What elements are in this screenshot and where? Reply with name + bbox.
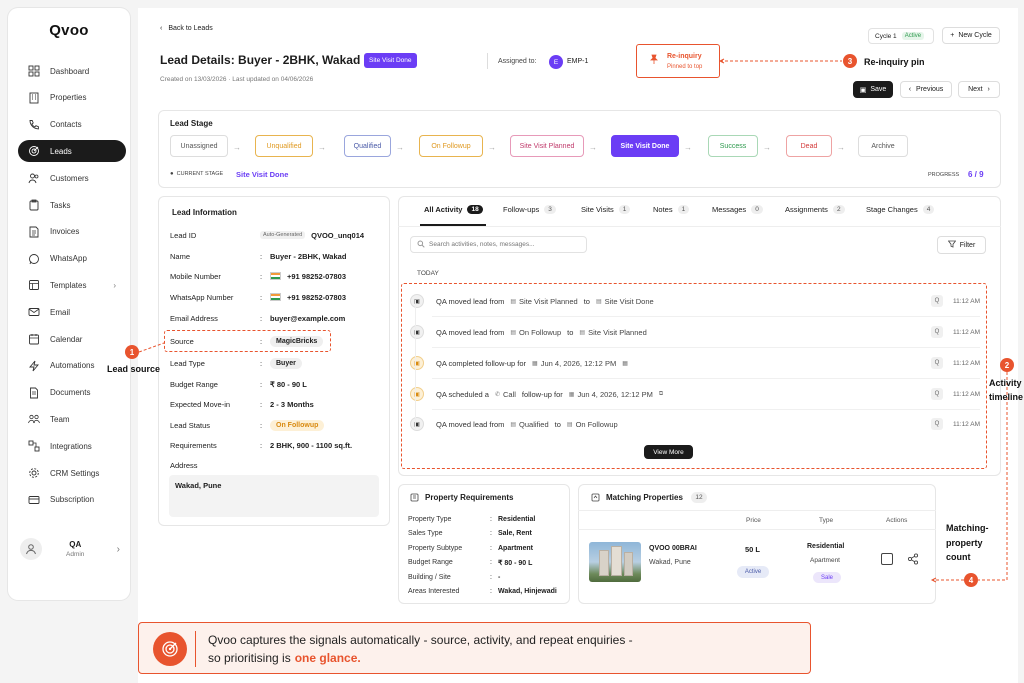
- banner-highlight: one glance.: [294, 651, 361, 665]
- annotation-reinquiry: Re-inquiry pin: [864, 57, 925, 67]
- annotation-timeline: timeline: [989, 392, 1024, 402]
- annotation-matching-1: Matching-: [946, 523, 989, 533]
- banner-line-2-text: so prioritising is: [208, 651, 291, 665]
- bottom-banner: Qvoo captures the signals automatically …: [138, 622, 811, 674]
- annotation-activity: Activity: [989, 378, 1022, 388]
- annotation-lead-source: Lead source: [107, 364, 161, 374]
- annotation-matching-3: count: [946, 552, 971, 562]
- annotation-badge-1: 1: [125, 345, 139, 359]
- banner-divider: [195, 631, 196, 667]
- banner-line-2: so prioritising is one glance.: [208, 651, 361, 665]
- annotation-lines: [138, 58, 1008, 583]
- annotation-badge-3: 3: [843, 54, 857, 68]
- banner-line-1: Qvoo captures the signals automatically …: [208, 633, 633, 647]
- annotation-badge-2: 2: [1000, 358, 1014, 372]
- annotation-badge-4: 4: [964, 573, 978, 587]
- target-icon: [153, 632, 187, 666]
- annotation-matching-2: property: [946, 538, 983, 548]
